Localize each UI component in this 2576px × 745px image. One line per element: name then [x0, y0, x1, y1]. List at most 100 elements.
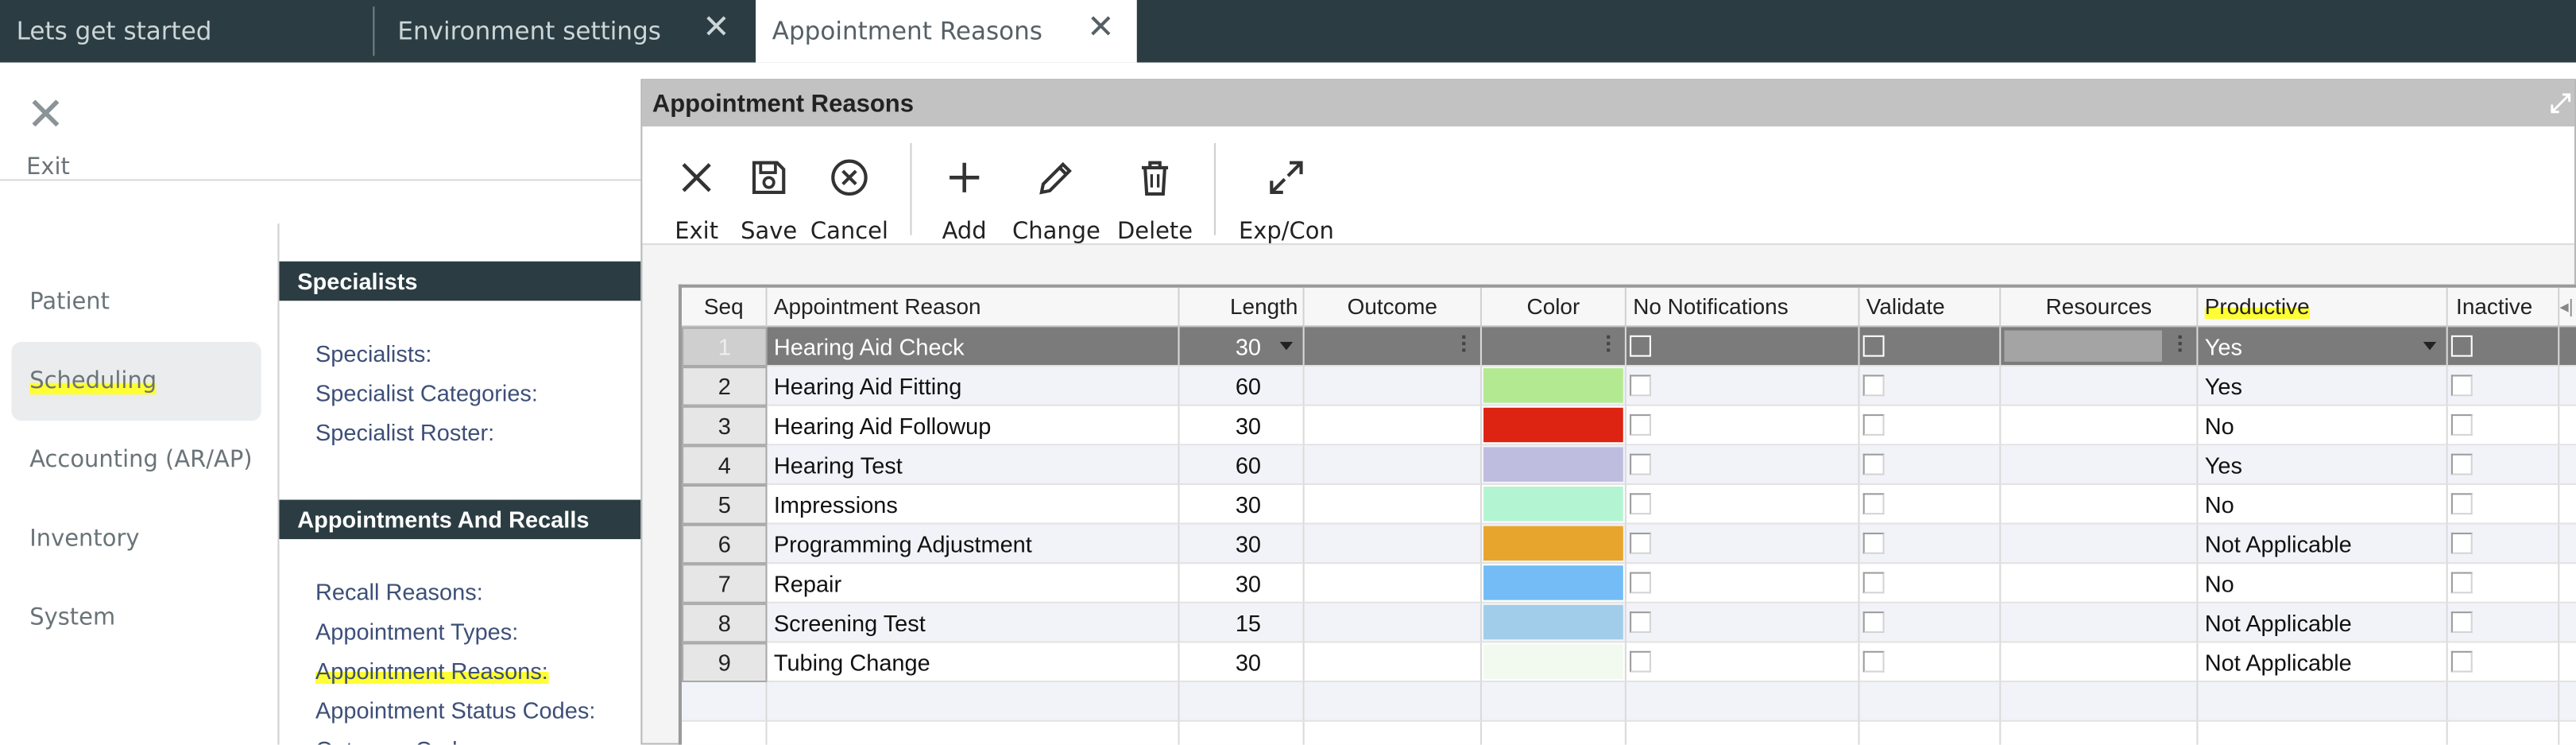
cell-outcome[interactable]	[1304, 524, 1482, 565]
checkbox[interactable]	[1862, 453, 1885, 475]
cell-seq[interactable]: 6	[682, 524, 768, 565]
change-button[interactable]: Change	[1011, 126, 1103, 245]
cell-seq[interactable]: 3	[682, 405, 768, 446]
cell-validate[interactable]	[1859, 603, 2002, 643]
close-icon[interactable]: ✕	[700, 10, 733, 42]
exit-label[interactable]: Exit	[26, 154, 70, 180]
cell-productive[interactable]: Yes	[2198, 327, 2448, 367]
cell-color[interactable]	[1481, 445, 1626, 485]
cell-filler[interactable]	[2559, 603, 2576, 643]
cell-resources[interactable]	[2001, 642, 2199, 683]
checkbox[interactable]	[2450, 335, 2473, 357]
cell-length[interactable]: 15	[1179, 603, 1305, 643]
exp-con-button[interactable]: Exp/Con	[1237, 126, 1336, 245]
cell-length[interactable]: 30	[1179, 564, 1305, 603]
table-row[interactable]: 9 Tubing Change 30 Not Applicable	[682, 642, 2576, 683]
cell-filler[interactable]	[2559, 327, 2576, 367]
chevron-down-icon[interactable]	[2423, 342, 2437, 351]
column-header-seq[interactable]: Seq	[682, 287, 768, 328]
cell-inactive[interactable]	[2447, 642, 2560, 683]
checkbox[interactable]	[2450, 532, 2473, 554]
checkbox[interactable]	[2450, 572, 2473, 594]
cell-reason[interactable]: Hearing Aid Check	[767, 327, 1180, 367]
cell-length[interactable]: 30	[1179, 642, 1305, 683]
checkbox[interactable]	[2450, 611, 2473, 634]
cell-resources[interactable]	[2001, 445, 2199, 485]
cell-color[interactable]	[1481, 327, 1626, 367]
checkbox[interactable]	[1862, 335, 1885, 357]
cell-reason[interactable]: Tubing Change	[767, 642, 1180, 683]
cell-outcome[interactable]	[1304, 445, 1482, 485]
color-swatch[interactable]	[1483, 604, 1623, 640]
checkbox[interactable]	[1630, 611, 1651, 634]
cell-color[interactable]	[1481, 642, 1626, 683]
cancel-button[interactable]: Cancel	[806, 126, 892, 245]
table-row[interactable]: 3 Hearing Aid Followup 30 No	[682, 405, 2576, 446]
table-row[interactable]: 2 Hearing Aid Fitting 60 Yes	[682, 367, 2576, 406]
cell-no-notifications[interactable]	[1626, 564, 1860, 603]
cell-color[interactable]	[1481, 367, 1626, 406]
tab-appointment-reasons[interactable]: Appointment Reasons ✕	[756, 0, 1137, 63]
cell-inactive[interactable]	[2447, 445, 2560, 485]
checkbox[interactable]	[1630, 414, 1651, 436]
nav-item-accounting[interactable]: Accounting (AR/AP)	[11, 421, 261, 499]
checkbox[interactable]	[1862, 532, 1885, 554]
cell-reason[interactable]: Impressions	[767, 484, 1180, 525]
cell-color[interactable]	[1481, 524, 1626, 565]
cell-inactive[interactable]	[2447, 564, 2560, 603]
table-row[interactable]: 8 Screening Test 15 Not Applicable	[682, 603, 2576, 643]
color-swatch[interactable]	[1483, 368, 1623, 403]
checkbox[interactable]	[1630, 572, 1651, 594]
color-swatch[interactable]	[1483, 526, 1623, 561]
checkbox[interactable]	[1862, 493, 1885, 515]
cell-color[interactable]	[1481, 603, 1626, 643]
cell-inactive[interactable]	[2447, 405, 2560, 446]
link-specialist-roster[interactable]: Specialist Roster:	[315, 419, 494, 445]
checkbox[interactable]	[1862, 650, 1885, 673]
checkbox[interactable]	[1862, 374, 1885, 397]
column-header-appointment-reason[interactable]: Appointment Reason	[767, 287, 1180, 328]
cell-reason[interactable]: Screening Test	[767, 603, 1180, 643]
cell-outcome[interactable]	[1304, 367, 1482, 406]
cell-validate[interactable]	[1859, 524, 2002, 565]
cell-outcome[interactable]	[1304, 642, 1482, 683]
table-row[interactable]: 4 Hearing Test 60 Yes	[682, 445, 2576, 485]
save-button[interactable]: Save	[737, 126, 800, 245]
cell-no-notifications[interactable]	[1626, 524, 1860, 565]
nav-item-scheduling[interactable]: Scheduling	[11, 342, 261, 421]
delete-button[interactable]: Delete	[1116, 126, 1194, 245]
table-row[interactable]: 5 Impressions 30 No	[682, 484, 2576, 525]
cell-productive[interactable]: Yes	[2198, 445, 2448, 485]
cell-productive[interactable]: Yes	[2198, 367, 2448, 406]
tab-lets-get-started[interactable]: Lets get started	[0, 0, 374, 63]
checkbox[interactable]	[1630, 374, 1651, 397]
cell-validate[interactable]	[1859, 367, 2002, 406]
cell-resources[interactable]	[2001, 564, 2199, 603]
checkbox[interactable]	[1630, 650, 1651, 673]
checkbox[interactable]	[1630, 453, 1651, 475]
nav-item-patient[interactable]: Patient	[11, 263, 261, 342]
link-specialist-categories[interactable]: Specialist Categories:	[315, 380, 538, 406]
color-swatch[interactable]	[1483, 487, 1623, 522]
cell-validate[interactable]	[1859, 642, 2002, 683]
column-header-inactive[interactable]: Inactive	[2447, 287, 2560, 328]
cell-validate[interactable]	[1859, 327, 2002, 367]
cell-productive[interactable]: No	[2198, 484, 2448, 525]
cell-validate[interactable]	[1859, 564, 2002, 603]
cell-resources[interactable]	[2001, 524, 2199, 565]
close-icon[interactable]: ✕	[26, 91, 65, 138]
cell-no-notifications[interactable]	[1626, 327, 1860, 367]
cell-validate[interactable]	[1859, 405, 2002, 446]
cell-filler[interactable]	[2559, 445, 2576, 485]
close-icon[interactable]: ✕	[1085, 10, 1117, 42]
cell-color[interactable]	[1481, 405, 1626, 446]
cell-inactive[interactable]	[2447, 524, 2560, 565]
cell-length[interactable]: 30	[1179, 484, 1305, 525]
checkbox[interactable]	[1630, 493, 1651, 515]
cell-outcome[interactable]	[1304, 603, 1482, 643]
more-vertical-icon[interactable]	[1607, 335, 1611, 355]
color-swatch[interactable]	[1483, 644, 1623, 679]
cell-no-notifications[interactable]	[1626, 642, 1860, 683]
add-button[interactable]: Add	[934, 126, 993, 245]
cell-validate[interactable]	[1859, 445, 2002, 485]
